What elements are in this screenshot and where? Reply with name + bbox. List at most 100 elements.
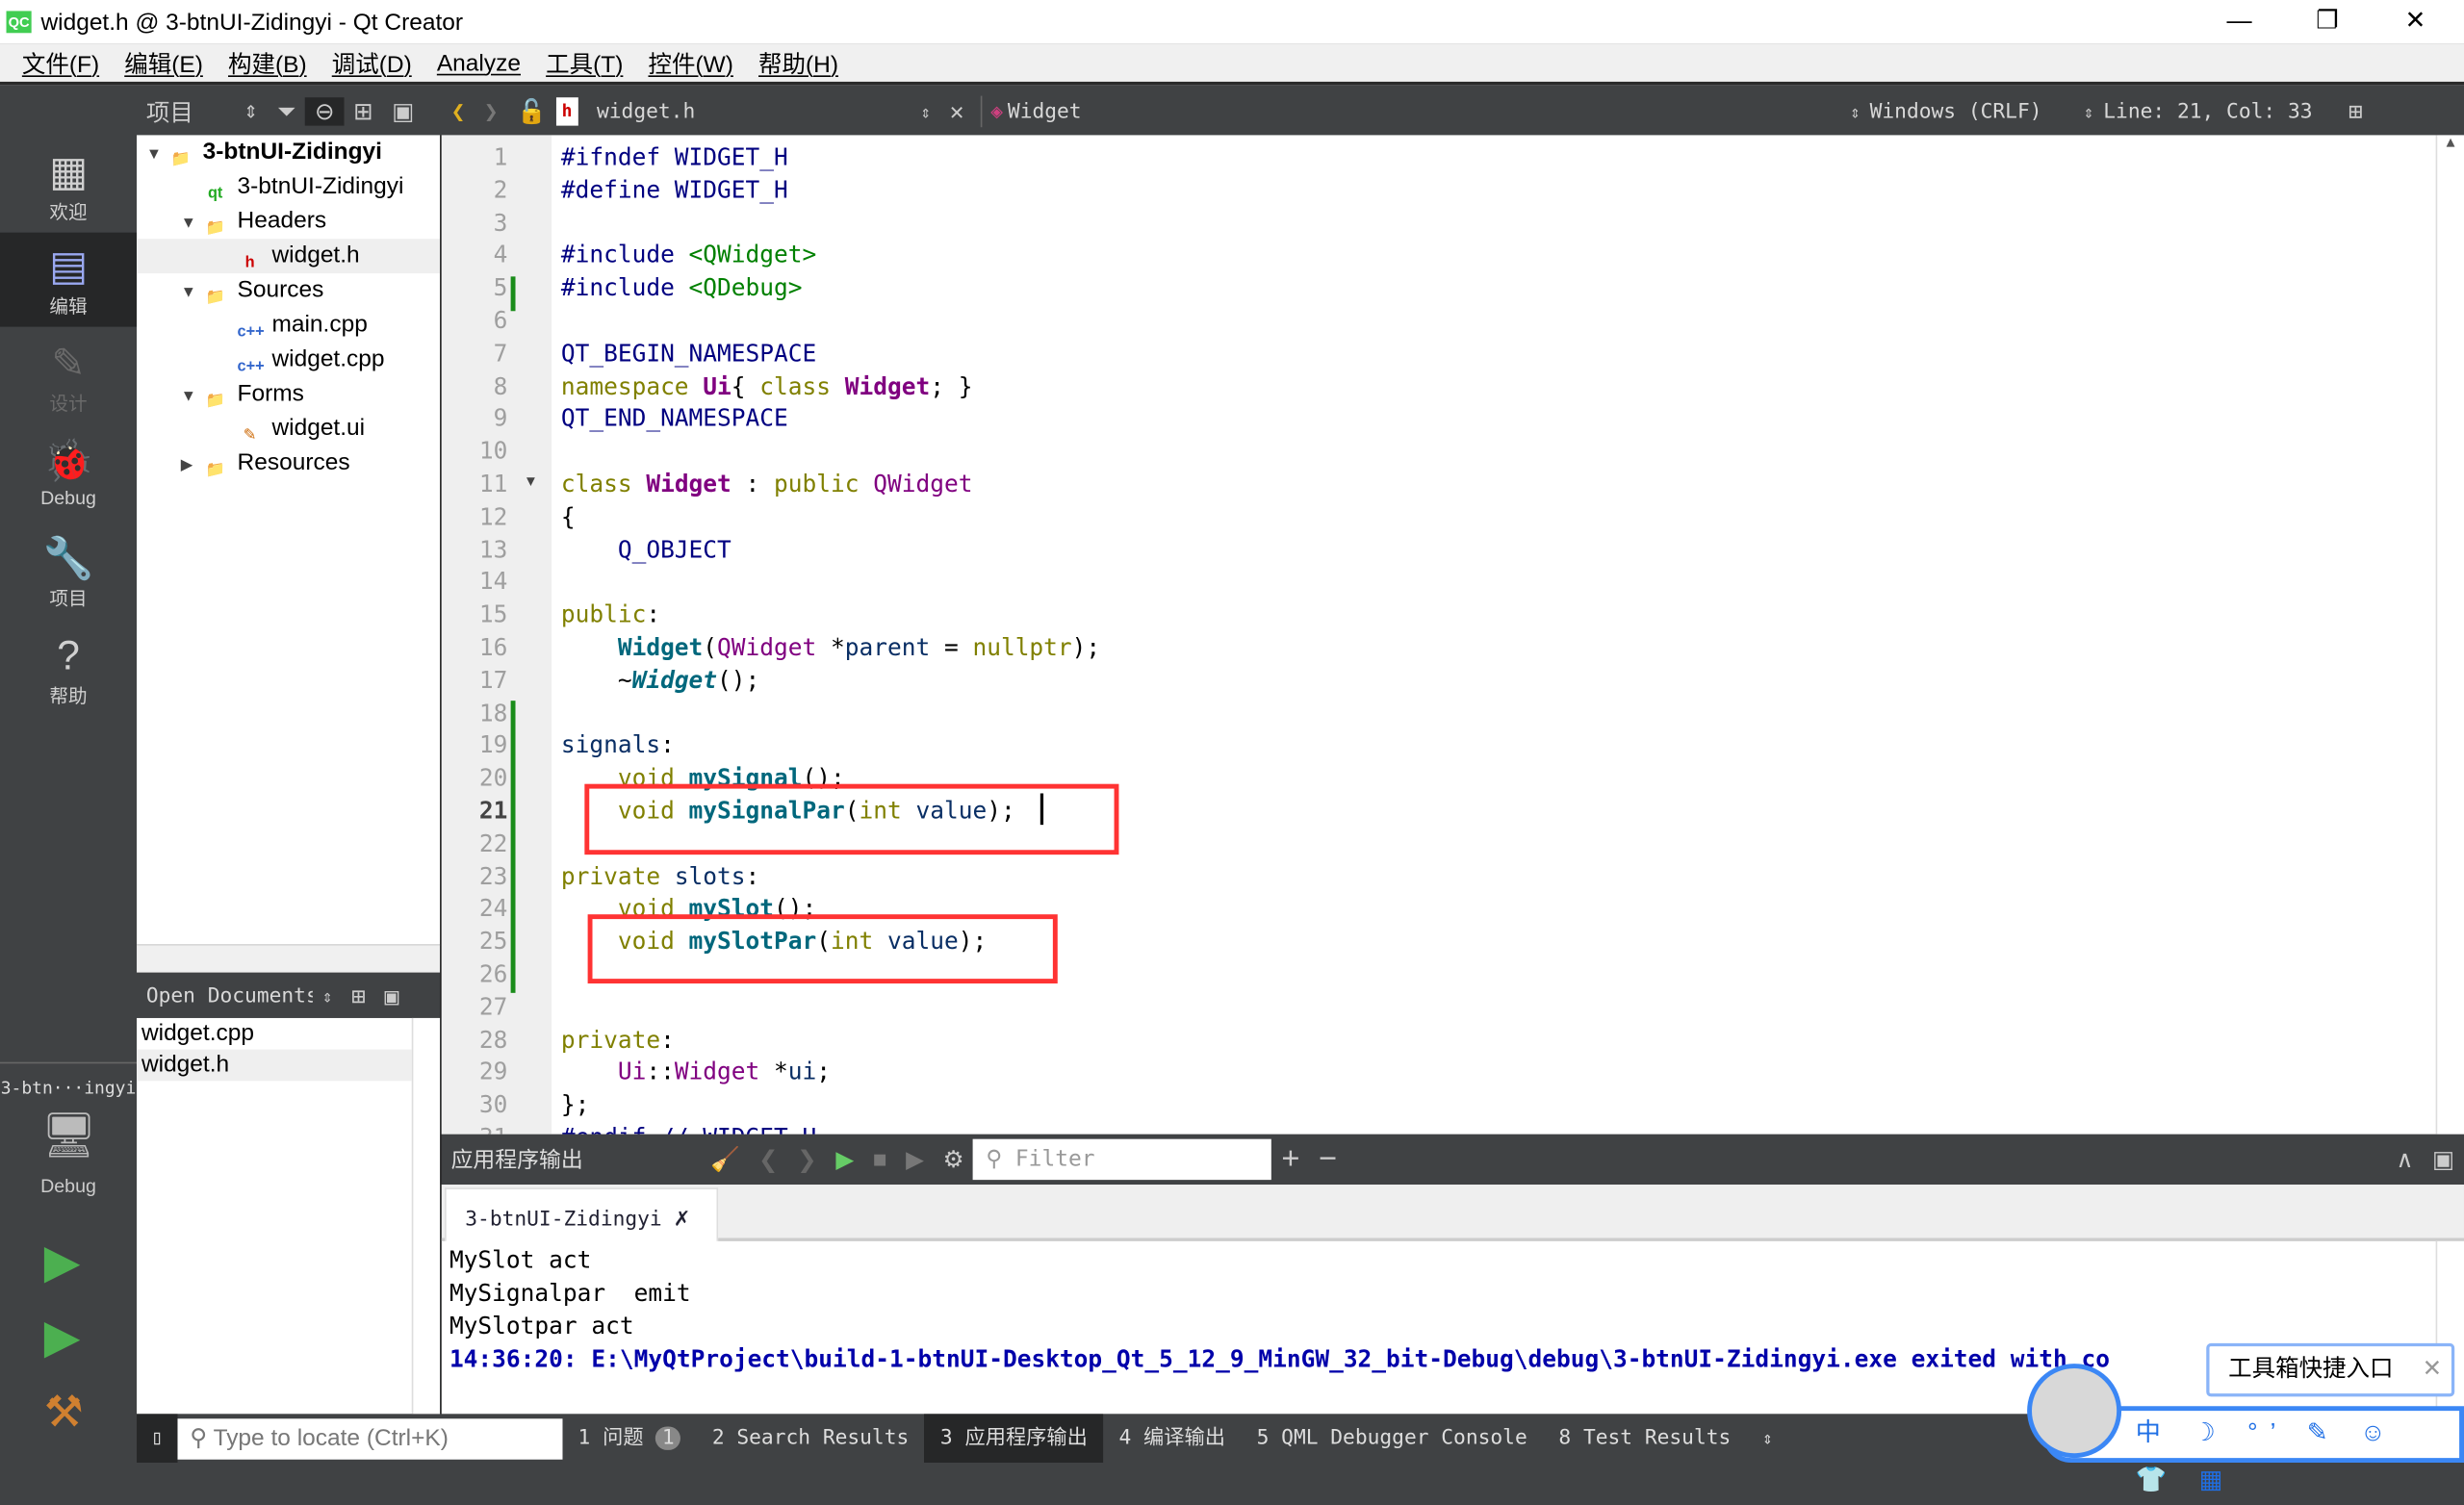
updown-icon[interactable]: ⇕ bbox=[1840, 101, 1869, 121]
rerun-icon[interactable]: ▶ bbox=[827, 1145, 863, 1174]
tree-item[interactable]: h widget.h bbox=[137, 239, 441, 274]
ime-avatar[interactable] bbox=[2027, 1364, 2122, 1459]
updown-icon[interactable]: ⇕ bbox=[2074, 101, 2103, 121]
project-view-selector[interactable]: 项目 bbox=[137, 95, 203, 128]
restore-button[interactable]: ❐ bbox=[2291, 0, 2363, 44]
output-tab[interactable]: 3-btnUI-Zidingyi ✗ bbox=[445, 1187, 719, 1245]
open-document-item[interactable]: widget.h bbox=[137, 1049, 412, 1082]
zoom-out-icon[interactable]: − bbox=[1309, 1141, 1347, 1178]
editor-vertical-scrollbar[interactable]: ▲ bbox=[2435, 135, 2464, 1135]
open-document-item[interactable]: widget.cpp bbox=[137, 1018, 412, 1050]
mode-projects[interactable]: 🔧 项目 bbox=[0, 524, 137, 619]
menu-file[interactable]: 文件(F) bbox=[22, 46, 99, 79]
tree-horizontal-scrollbar[interactable] bbox=[137, 944, 441, 973]
tab-test-results[interactable]: 8 Test Results bbox=[1543, 1414, 1747, 1463]
link-icon[interactable]: ⊖ bbox=[305, 97, 345, 126]
expand-arrow-right-icon[interactable]: ▶ bbox=[181, 449, 203, 484]
updown-icon[interactable]: ⇕ bbox=[313, 985, 342, 1006]
prev-icon[interactable]: ❮ bbox=[749, 1145, 787, 1174]
expand-arrow-down-icon[interactable]: ▼ bbox=[146, 139, 168, 173]
tab-search-results[interactable]: 2 Search Results bbox=[696, 1414, 924, 1463]
tree-item[interactable]: qt 3-btnUI-Zidingyi bbox=[137, 169, 440, 204]
mode-welcome[interactable]: ▦ 欢迎 bbox=[0, 139, 137, 233]
code-line: { bbox=[561, 502, 576, 530]
mode-debug[interactable]: 🐞 Debug bbox=[0, 427, 137, 522]
tree-item[interactable]: ▼ 📁 Headers bbox=[137, 204, 440, 239]
expand-arrow-down-icon[interactable]: ▼ bbox=[181, 276, 203, 311]
mode-design[interactable]: ✎ 设计 bbox=[0, 330, 137, 424]
output-pane-title: 应用程序输出 bbox=[450, 1146, 583, 1172]
menu-debug[interactable]: 调试(D) bbox=[332, 46, 412, 79]
updown-icon[interactable]: ⇕ bbox=[234, 101, 268, 122]
mode-help[interactable]: ? 帮助 bbox=[0, 623, 137, 717]
menu-edit[interactable]: 编辑(E) bbox=[124, 46, 203, 79]
scroll-up-icon[interactable]: ▲ bbox=[2437, 135, 2464, 150]
menu-build[interactable]: 构建(B) bbox=[228, 46, 307, 79]
attach-debugger-icon[interactable]: ▶ bbox=[896, 1145, 933, 1174]
code-line: class Widget : public QWidget bbox=[561, 470, 973, 497]
wrench-icon: 🔧 bbox=[42, 534, 94, 582]
close-document-icon[interactable]: ✕ bbox=[940, 97, 973, 125]
minimize-button[interactable]: — bbox=[2203, 0, 2275, 44]
application-output[interactable]: MySlot act MySignalpar emit MySlotpar ac… bbox=[441, 1240, 2464, 1415]
tree-item[interactable]: ▶ 📁 Resources bbox=[137, 446, 440, 481]
stop-icon[interactable]: ■ bbox=[863, 1146, 896, 1173]
toolbox-shortcut-tooltip[interactable]: 工具箱快捷入口 ✕ bbox=[2206, 1342, 2455, 1397]
split-icon[interactable]: ⊞ bbox=[2339, 97, 2372, 125]
expand-arrow-down-icon[interactable]: ▼ bbox=[181, 380, 203, 415]
settings-gear-icon[interactable]: ⚙ bbox=[934, 1145, 974, 1174]
tree-item[interactable]: ▼ 📁 Sources bbox=[137, 273, 440, 308]
code-editor[interactable]: ▼ 1 2 3 4 5 6 7 8 9 10 11 12 13 14 15 16 17 18 19 20 21 22 23 2… bbox=[441, 135, 2464, 1135]
tab-issues[interactable]: 1 问题 1 bbox=[562, 1414, 696, 1463]
kit-selector-monitor-icon[interactable]: 🖥 bbox=[40, 1110, 96, 1166]
close-pane-icon[interactable]: ▣ bbox=[375, 982, 408, 1009]
open-documents-scrollbar[interactable] bbox=[411, 1017, 441, 1415]
window-title: widget.h @ 3-btnUI-Zidingyi - Qt Creator bbox=[40, 8, 464, 36]
tree-item[interactable]: ▼ 📁 Forms bbox=[137, 377, 440, 412]
maximize-pane-icon[interactable]: ∧ bbox=[2387, 1145, 2424, 1174]
toggle-sidebar-icon[interactable]: ▯ bbox=[137, 1414, 178, 1463]
tree-item[interactable]: ✎ widget.ui bbox=[137, 412, 440, 446]
debug-run-icon[interactable]: ▶ bbox=[44, 1311, 81, 1365]
build-hammer-icon[interactable]: ⚒ bbox=[44, 1386, 84, 1438]
run-icon[interactable]: ▶ bbox=[44, 1235, 81, 1289]
mode-edit[interactable]: ▤ 编辑 bbox=[0, 232, 138, 327]
close-tab-icon[interactable]: ✗ bbox=[675, 1202, 690, 1232]
close-pane-icon[interactable]: ▣ bbox=[382, 97, 424, 126]
split-icon[interactable]: ⊞ bbox=[342, 982, 374, 1009]
locator-input[interactable]: ⚲ Type to locate (Ctrl+K) bbox=[177, 1417, 563, 1459]
tree-item[interactable]: c++ widget.cpp bbox=[137, 343, 440, 377]
lock-icon[interactable]: 🔓 bbox=[507, 97, 555, 125]
menu-tools[interactable]: 工具(T) bbox=[546, 46, 623, 79]
menu-help[interactable]: 帮助(H) bbox=[758, 46, 838, 79]
code-token: ; bbox=[816, 1058, 832, 1086]
output-line: MySlotpar act bbox=[449, 1312, 634, 1340]
tab-qml-debugger-console[interactable]: 5 QML Debugger Console bbox=[1241, 1414, 1543, 1463]
cursor-position[interactable]: Line: 21, Col: 33 bbox=[2103, 100, 2339, 123]
close-button[interactable]: ✕ bbox=[2379, 0, 2451, 44]
tree-item[interactable]: ▼ 📁 3-btnUI-Zidingyi bbox=[137, 135, 440, 169]
code-token: : bbox=[745, 861, 760, 891]
expand-arrow-down-icon[interactable]: ▼ bbox=[181, 208, 203, 242]
next-icon[interactable]: ❯ bbox=[787, 1145, 826, 1174]
forward-icon[interactable]: ❯ bbox=[475, 97, 507, 125]
close-icon[interactable]: ✕ bbox=[2423, 1346, 2443, 1393]
updown-icon[interactable]: ⇕ bbox=[1747, 1414, 1788, 1463]
open-file-selector[interactable]: widget.h bbox=[597, 100, 911, 123]
symbol-selector[interactable]: Widget bbox=[1008, 100, 1840, 123]
fold-arrow-icon[interactable]: ▼ bbox=[526, 474, 535, 490]
filter-icon[interactable]: ⏷ bbox=[268, 98, 305, 125]
tab-compile-output[interactable]: 4 编译输出 bbox=[1103, 1414, 1241, 1463]
output-filter-input[interactable]: ⚲ Filter bbox=[973, 1138, 1272, 1181]
back-icon[interactable]: ❮ bbox=[442, 97, 475, 125]
updown-icon[interactable]: ⇕ bbox=[911, 101, 940, 121]
tab-application-output[interactable]: 3 应用程序输出 bbox=[924, 1414, 1104, 1463]
split-icon[interactable]: ⊞ bbox=[344, 97, 382, 126]
menu-analyze[interactable]: Analyze bbox=[437, 49, 521, 76]
line-ending-selector[interactable]: Windows (CRLF) bbox=[1870, 100, 2074, 123]
clear-output-icon[interactable]: 🧹 bbox=[701, 1145, 749, 1174]
zoom-in-icon[interactable]: + bbox=[1272, 1141, 1310, 1178]
close-pane-icon[interactable]: ▣ bbox=[2423, 1145, 2464, 1174]
tree-item[interactable]: c++ main.cpp bbox=[137, 308, 440, 343]
menu-controls[interactable]: 控件(W) bbox=[648, 46, 732, 79]
